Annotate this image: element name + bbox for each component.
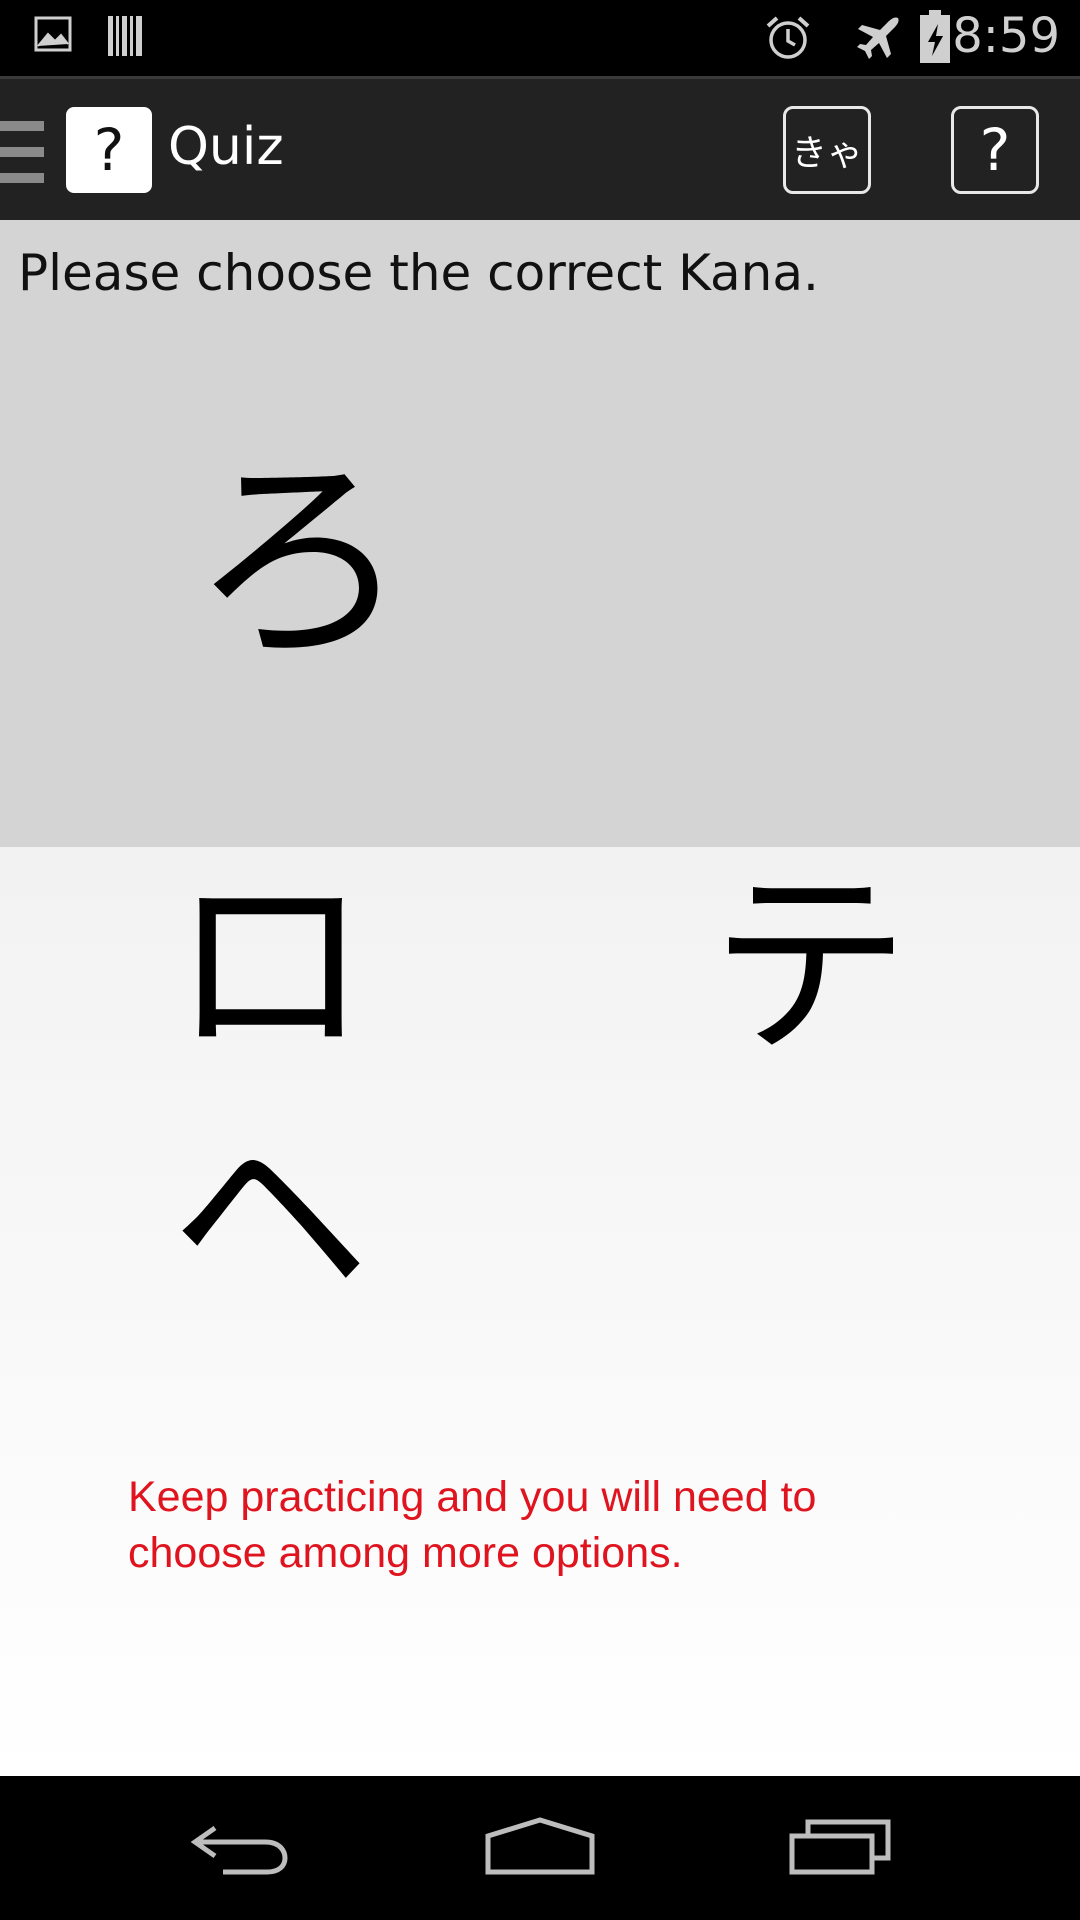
back-button[interactable]	[140, 1776, 340, 1920]
instruction-text: Please choose the correct Kana.	[18, 244, 819, 302]
gallery-icon	[34, 14, 74, 54]
status-time: 8:59	[952, 8, 1060, 64]
drawer-menu-icon[interactable]	[0, 117, 46, 191]
kana-toggle-button[interactable]: きゃ	[783, 106, 871, 194]
question-area: Please choose the correct Kana. ろ	[0, 220, 1080, 847]
hint-text: Keep practicing and you will need to cho…	[128, 1473, 817, 1577]
screen: 8:59 ? Quiz きゃ ? Please choose the corre…	[0, 0, 1080, 1920]
answer-option[interactable]: ロ	[140, 857, 400, 1077]
home-button[interactable]	[440, 1776, 640, 1920]
alarm-icon	[764, 14, 812, 62]
home-icon	[484, 1816, 596, 1880]
page-title: Quiz	[168, 117, 284, 177]
back-icon	[185, 1816, 295, 1880]
navigation-bar	[0, 1776, 1080, 1920]
action-bar: ? Quiz きゃ ?	[0, 76, 1080, 220]
status-bar: 8:59	[0, 0, 1080, 76]
barcode-icon	[106, 14, 146, 58]
answer-option[interactable]: テ	[680, 857, 940, 1077]
battery-charging-icon	[918, 10, 952, 64]
answer-area: ロ テ ヘ Keep practicing and you will need …	[0, 847, 1080, 1776]
recents-button[interactable]	[740, 1776, 940, 1920]
help-button[interactable]: ?	[951, 106, 1039, 194]
answer-option[interactable]: ヘ	[140, 1109, 400, 1329]
app-icon[interactable]: ?	[66, 107, 152, 193]
question-kana: ろ	[190, 434, 411, 690]
airplane-mode-icon	[854, 14, 902, 62]
recents-icon	[788, 1816, 892, 1880]
